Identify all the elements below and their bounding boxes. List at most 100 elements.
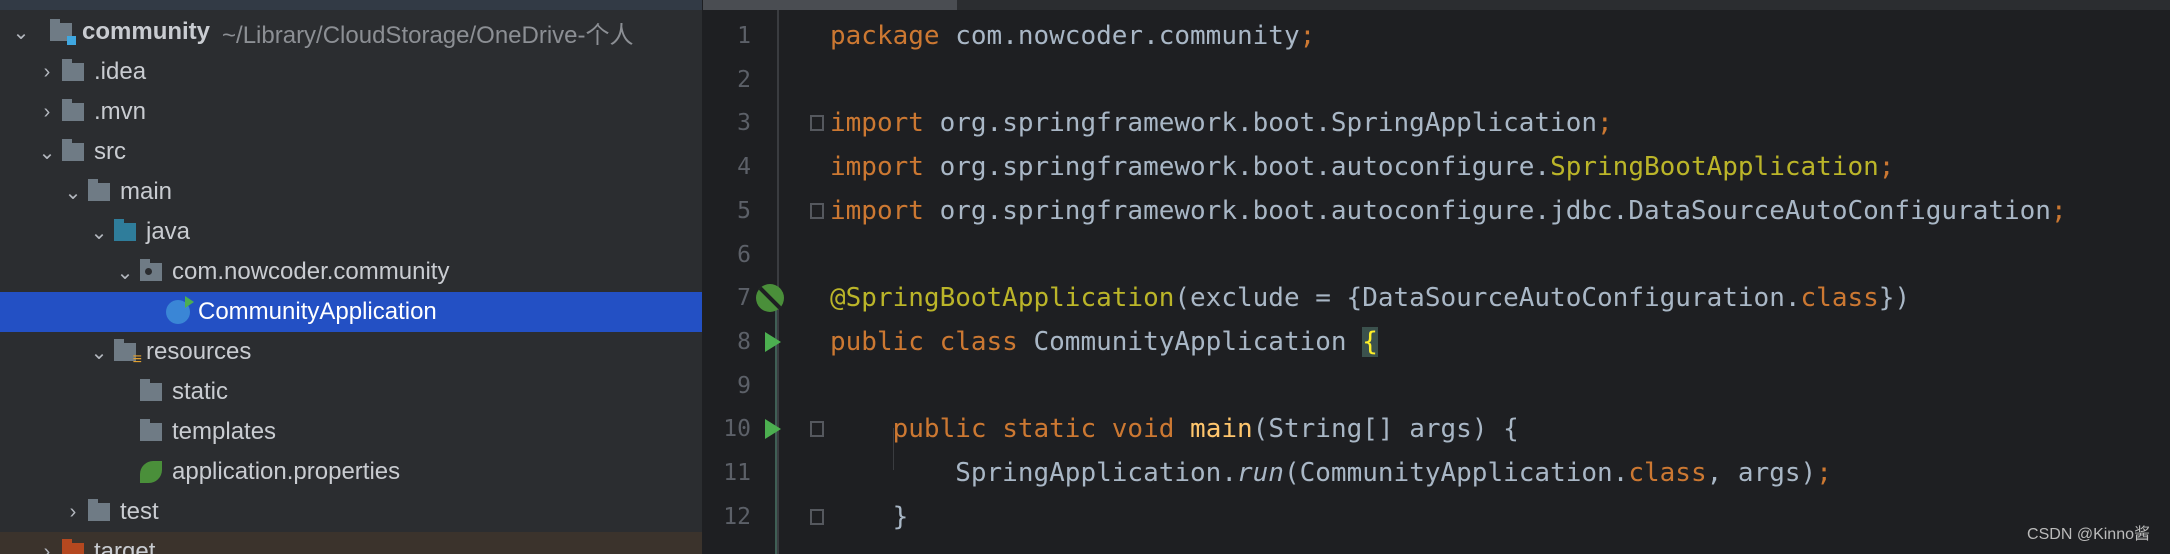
code-token: com.nowcoder.community bbox=[939, 21, 1300, 51]
tree-item-label: src bbox=[94, 138, 126, 165]
tree-item-label: resources bbox=[146, 338, 252, 365]
chevron-right-icon[interactable]: › bbox=[36, 541, 58, 554]
tree-item[interactable]: › .idea bbox=[0, 52, 702, 92]
fold-marker-icon[interactable] bbox=[810, 508, 824, 525]
folder-icon bbox=[62, 59, 84, 81]
code-token: public static void bbox=[892, 414, 1191, 445]
tree-item[interactable]: application.properties bbox=[0, 452, 702, 492]
line-number: 5 bbox=[737, 197, 751, 224]
code-token: org.springframework.boot.autoconfigure.j… bbox=[923, 195, 2051, 226]
spring-properties-icon bbox=[140, 461, 162, 483]
panel-header-strip bbox=[0, 0, 702, 10]
code-token: (CommunityApplication. bbox=[1283, 458, 1629, 488]
code-token: (String[] args) { bbox=[1252, 414, 1519, 445]
tree-item-label: templates bbox=[172, 418, 277, 445]
code-line[interactable]: import org.springframework.boot.autoconf… bbox=[830, 189, 2067, 233]
code-token: CommunityApplication bbox=[1033, 326, 1363, 357]
spring-bean-icon[interactable] bbox=[756, 284, 784, 313]
editor-top-strip bbox=[957, 0, 2170, 10]
editor-scroll-strip bbox=[703, 0, 957, 10]
code-token: }) bbox=[1878, 283, 1911, 314]
code-token: ; bbox=[1816, 458, 1832, 488]
line-number: 11 bbox=[723, 460, 751, 486]
folder-icon bbox=[88, 179, 110, 201]
code-token: org.springframework.boot.autoconfigure. bbox=[923, 152, 1551, 183]
fold-marker-icon[interactable] bbox=[810, 115, 824, 132]
tree-item[interactable]: CommunityApplication bbox=[0, 292, 702, 332]
watermark: CSDN @Kinno酱 bbox=[2027, 526, 2150, 543]
code-line[interactable]: import org.springframework.boot.SpringAp… bbox=[830, 101, 1613, 145]
run-icon[interactable] bbox=[765, 331, 781, 352]
resources-folder-icon bbox=[114, 339, 142, 367]
tree-root-community[interactable]: ⌄ community ~/Library/CloudStorage/OneDr… bbox=[0, 12, 702, 52]
line-number: 7 bbox=[737, 285, 751, 312]
root-name: community bbox=[82, 18, 211, 45]
code-line[interactable]: @SpringBootApplication(exclude = {DataSo… bbox=[830, 276, 1910, 320]
code-token: class bbox=[1628, 458, 1707, 488]
tree-item[interactable]: ⌄ resources bbox=[0, 332, 702, 372]
run-icon[interactable] bbox=[765, 419, 781, 440]
line-number: 1 bbox=[737, 23, 751, 49]
spring-boot-class-icon bbox=[166, 296, 194, 324]
folder-icon bbox=[62, 99, 84, 121]
code-token: ; bbox=[1878, 152, 1895, 183]
line-number: 9 bbox=[737, 372, 751, 399]
chevron-right-icon[interactable]: › bbox=[36, 61, 58, 84]
tree-item[interactable]: › .mvn bbox=[0, 92, 702, 132]
code-line[interactable]: SpringApplication.run(CommunityApplicati… bbox=[830, 451, 1832, 495]
code-token: public class bbox=[830, 326, 1034, 357]
code-token: { bbox=[1362, 326, 1378, 357]
code-line[interactable]: public class CommunityApplication { bbox=[830, 320, 1378, 364]
folder-icon bbox=[88, 499, 110, 521]
chevron-right-icon[interactable]: › bbox=[36, 101, 58, 124]
fold-marker-icon[interactable] bbox=[810, 202, 824, 219]
tree-item[interactable]: ⌄ com.nowcoder.community bbox=[0, 252, 702, 292]
fold-marker-icon[interactable] bbox=[810, 421, 824, 438]
code-editor[interactable]: 1 package com.nowcoder.community; 2 3 import… bbox=[703, 0, 2170, 554]
tree-item-label: target bbox=[94, 538, 156, 554]
code-token: ; bbox=[1299, 21, 1316, 51]
chevron-down-icon[interactable]: ⌄ bbox=[88, 340, 110, 365]
code-token: main bbox=[1190, 414, 1253, 445]
tree-item[interactable]: templates bbox=[0, 412, 702, 452]
gutter-divider bbox=[777, 10, 779, 554]
code-token: org.springframework.boot.SpringApplicati… bbox=[923, 108, 1598, 139]
tree-item[interactable]: › test bbox=[0, 492, 702, 532]
tree-item[interactable]: › target bbox=[0, 532, 702, 554]
code-line[interactable]: public static void main(String[] args) { bbox=[830, 407, 1519, 451]
code-line[interactable]: } bbox=[830, 495, 909, 539]
code-line[interactable]: import org.springframework.boot.autoconf… bbox=[830, 145, 1894, 189]
tree-item-label: .idea bbox=[94, 58, 147, 85]
tree-item[interactable]: ⌄ main bbox=[0, 172, 702, 212]
folder-icon bbox=[140, 419, 162, 441]
chevron-down-icon[interactable]: ⌄ bbox=[62, 180, 84, 205]
line-number: 10 bbox=[723, 416, 751, 443]
chevron-down-icon[interactable]: ⌄ bbox=[10, 20, 32, 45]
code-token: package bbox=[830, 21, 940, 51]
tree-item[interactable]: ⌄ src bbox=[0, 132, 702, 172]
tree-item-label: CommunityApplication bbox=[198, 298, 437, 325]
code-token: run bbox=[1237, 458, 1284, 488]
code-token: (exclude = {DataSourceAutoConfiguration. bbox=[1174, 283, 1801, 314]
module-folder-icon bbox=[50, 19, 76, 45]
line-number: 3 bbox=[737, 110, 751, 137]
chevron-down-icon[interactable]: ⌄ bbox=[36, 140, 58, 165]
line-number: 4 bbox=[737, 154, 751, 181]
excluded-folder-icon bbox=[62, 539, 84, 554]
tree-item-label: application.properties bbox=[172, 458, 401, 485]
tree-item[interactable]: ⌄ java bbox=[0, 212, 702, 252]
code-token: , args) bbox=[1706, 458, 1817, 488]
code-token: ; bbox=[1597, 108, 1613, 139]
line-number: 8 bbox=[737, 328, 751, 355]
tree-item[interactable]: static bbox=[0, 372, 702, 412]
chevron-down-icon[interactable]: ⌄ bbox=[88, 220, 110, 245]
code-line[interactable]: package com.nowcoder.community; bbox=[830, 14, 1315, 58]
package-icon bbox=[140, 259, 162, 281]
chevron-down-icon[interactable]: ⌄ bbox=[114, 260, 136, 285]
code-token: ; bbox=[2050, 195, 2067, 226]
tree-item-label: com.nowcoder.community bbox=[172, 258, 450, 285]
source-folder-icon bbox=[114, 219, 136, 241]
chevron-right-icon[interactable]: › bbox=[62, 501, 84, 524]
line-number: 12 bbox=[723, 503, 751, 530]
